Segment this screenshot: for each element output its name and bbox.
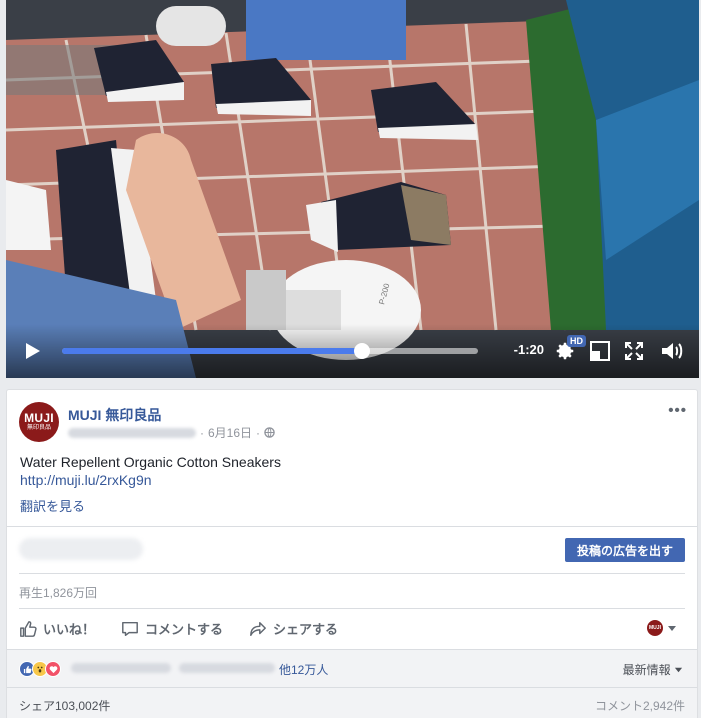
post-date[interactable]: 6月16日: [208, 424, 252, 441]
time-remaining: -1:20: [513, 342, 544, 357]
share-count-link[interactable]: シェア103,002件: [19, 697, 110, 714]
like-button[interactable]: いいね！: [19, 619, 95, 638]
meta-separator: ·: [200, 425, 204, 440]
play-button[interactable]: [22, 341, 42, 361]
video-player[interactable]: P-200 -1:20 HD: [6, 0, 699, 378]
boost-post-button[interactable]: 投稿の広告を出す: [564, 538, 685, 562]
divider: [19, 573, 685, 574]
post-card: MUJI 無印良品 MUJI 無印良品 · 6月16日 · ••• Water …: [6, 389, 698, 718]
blurred-name-1: [71, 663, 171, 673]
avatar-subtext: 無印良品: [26, 425, 51, 431]
share-button[interactable]: シェアする: [249, 619, 338, 638]
volume-icon: [662, 343, 683, 359]
sort-label: 最新情報: [622, 663, 671, 677]
post-text: Water Repellent Organic Cotton Sneakers: [20, 454, 281, 470]
blurred-reactor-names: [71, 663, 275, 673]
action-bar: いいね！ コメントする シェアする: [19, 608, 685, 648]
blurred-sponsor-text: [68, 427, 196, 438]
comment-icon: [122, 621, 138, 636]
globe-icon: [264, 427, 275, 438]
fullscreen-button[interactable]: [620, 337, 648, 365]
reactions-summary: 他12万人 最新情報: [7, 649, 697, 687]
meta-separator-2: ·: [256, 425, 261, 440]
caret-down-icon: [668, 626, 676, 631]
play-icon: [26, 343, 40, 359]
comment-label: コメントする: [145, 622, 224, 637]
post-meta: · 6月16日 ·: [68, 424, 275, 441]
comment-sort-dropdown[interactable]: 最新情報: [623, 661, 683, 678]
mini-avatar: MUJI: [647, 620, 663, 636]
blurred-name-2: [179, 663, 275, 673]
progress-fill: [62, 348, 362, 354]
thumbs-up-icon: [20, 620, 37, 637]
post-as-selector[interactable]: MUJI: [647, 620, 677, 636]
fullscreen-icon: [625, 342, 643, 360]
love-reaction-icon: [45, 661, 61, 677]
progress-bar[interactable]: [62, 343, 478, 359]
more-options-icon[interactable]: •••: [668, 402, 687, 419]
like-label: いいね！: [43, 622, 96, 637]
worker-shirt: [246, 0, 406, 60]
video-frame-sneaker-factory: P-200: [6, 0, 699, 378]
post-link[interactable]: http://muji.lu/2rxKg9n: [20, 472, 152, 488]
caret-down-icon: [674, 667, 683, 673]
share-label: シェアする: [273, 622, 339, 637]
divider: [7, 526, 697, 527]
pip-button[interactable]: [586, 337, 614, 365]
video-controls: -1:20 HD: [6, 324, 699, 378]
progress-knob[interactable]: [353, 343, 370, 359]
other-reactors-link[interactable]: 他12万人: [279, 661, 328, 678]
hd-badge: HD: [567, 335, 586, 347]
reaction-icons[interactable]: [19, 661, 61, 677]
blurred-insights: [19, 538, 143, 560]
page-name-link[interactable]: MUJI 無印良品: [68, 405, 161, 425]
share-comment-counts: シェア103,002件 コメント2,942件: [7, 687, 697, 718]
avatar-text: MUJI: [24, 411, 54, 425]
comment-count-link[interactable]: コメント2,942件: [595, 697, 685, 714]
comment-button[interactable]: コメントする: [121, 619, 223, 638]
page-avatar[interactable]: MUJI 無印良品: [19, 402, 59, 442]
settings-button[interactable]: HD: [551, 335, 586, 365]
see-translation-link[interactable]: 翻訳を見る: [20, 496, 85, 515]
picture-in-picture-icon: [590, 341, 610, 361]
view-count: 再生1,826万回: [19, 586, 98, 600]
facebook-post-page: P-200 -1:20 HD MUJI 無印良品 MUJI 無印良品 · 6月1…: [0, 0, 701, 718]
share-icon: [250, 621, 266, 636]
volume-button[interactable]: [658, 337, 686, 365]
